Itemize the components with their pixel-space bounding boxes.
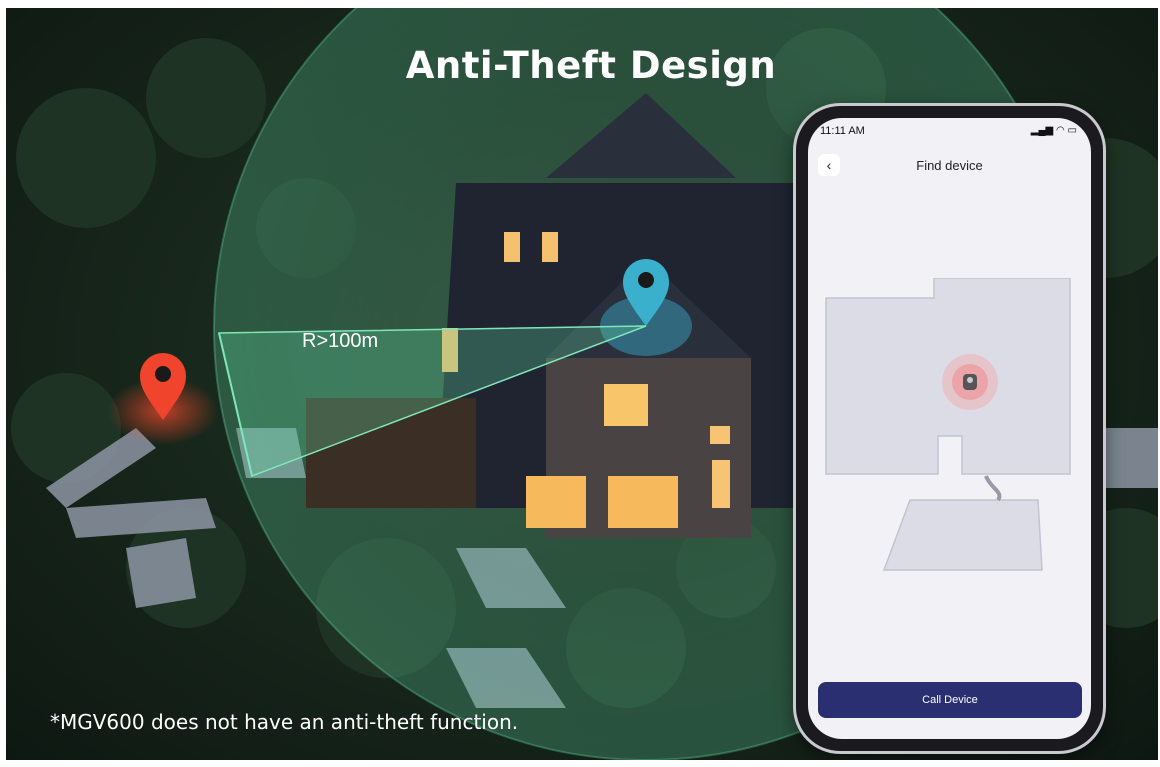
wifi-icon: ◠ xyxy=(1056,125,1065,136)
radius-label: R>100m xyxy=(302,330,379,352)
map-zone-secondary xyxy=(882,499,1043,571)
screen-title: Find device xyxy=(916,158,983,173)
property-map[interactable] xyxy=(808,278,1091,598)
promo-canvas: Anti-Theft Design R>100m *MGV600 does no… xyxy=(6,8,1158,760)
footnote: *MGV600 does not have an anti-theft func… xyxy=(50,710,519,734)
map-connecting-path xyxy=(984,475,1002,502)
call-device-button[interactable]: Call Device xyxy=(818,682,1082,718)
headline: Anti-Theft Design xyxy=(405,44,777,87)
signal-icon: ▂▄▆ xyxy=(1030,125,1054,136)
status-time: 11:11 AM xyxy=(820,125,865,137)
mower-device-icon xyxy=(963,374,977,390)
phone-screen: 11:11 AM ▂▄▆ ◠ ▭ ‹ Find device Call Devi… xyxy=(808,118,1091,739)
phone-mockup: 11:11 AM ▂▄▆ ◠ ▭ ‹ Find device Call Devi… xyxy=(796,106,1103,751)
battery-icon: ▭ xyxy=(1067,125,1077,136)
status-icons: ▂▄▆ ◠ ▭ xyxy=(1031,125,1077,136)
